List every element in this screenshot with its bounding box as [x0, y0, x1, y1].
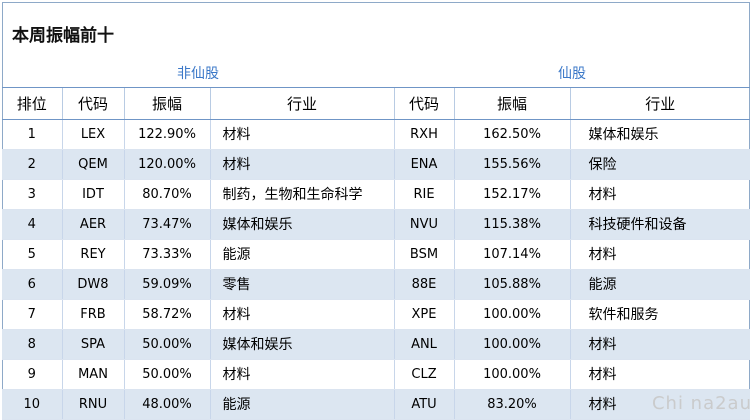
code-cell-a: AER	[62, 209, 124, 239]
code-cell-a: RNU	[62, 389, 124, 419]
group-label-penny: 仙股	[394, 59, 750, 87]
code-cell-b: 88E	[394, 269, 454, 299]
code-cell-b: BSM	[394, 239, 454, 269]
industry-cell-b: 能源	[570, 269, 750, 299]
code-cell-b: ANL	[394, 329, 454, 359]
amplitude-cell-b: 115.38%	[454, 209, 570, 239]
industry-cell-a: 材料	[210, 149, 394, 179]
amplitude-cell-a: 50.00%	[124, 329, 210, 359]
amplitude-cell-b: 100.00%	[454, 299, 570, 329]
industry-cell-b: 科技硬件和设备	[570, 209, 750, 239]
industry-cell-a: 制药，生物和生命科学	[210, 179, 394, 209]
amplitude-cell-b: 100.00%	[454, 359, 570, 389]
table-row: 3IDT80.70%制药，生物和生命科学RIE152.17%材料	[2, 179, 750, 209]
rank-cell: 2	[2, 149, 62, 179]
rank-cell: 5	[2, 239, 62, 269]
header-code-b: 代码	[394, 87, 454, 119]
header-industry-a: 行业	[210, 87, 394, 119]
code-cell-b: RXH	[394, 119, 454, 149]
amplitude-cell-b: 162.50%	[454, 119, 570, 149]
industry-cell-a: 材料	[210, 299, 394, 329]
rank-cell: 10	[2, 389, 62, 419]
table-row: 7FRB58.72%材料XPE100.00%软件和服务	[2, 299, 750, 329]
amplitude-cell-a: 59.09%	[124, 269, 210, 299]
table-row: 5REY73.33%能源BSM107.14%材料	[2, 239, 750, 269]
amplitude-cell-b: 105.88%	[454, 269, 570, 299]
amplitude-cell-a: 73.47%	[124, 209, 210, 239]
header-industry-b: 行业	[570, 87, 750, 119]
header-amplitude-b: 振幅	[454, 87, 570, 119]
code-cell-b: XPE	[394, 299, 454, 329]
amplitude-table: 非仙股 仙股 排位 代码 振幅 行业 代码 振幅 行业 1LEX122.90%材…	[2, 59, 750, 420]
code-cell-a: FRB	[62, 299, 124, 329]
rank-cell: 8	[2, 329, 62, 359]
page-title: 本周振幅前十	[3, 3, 749, 59]
table-row: 1LEX122.90%材料RXH162.50%媒体和娱乐	[2, 119, 750, 149]
rank-cell: 3	[2, 179, 62, 209]
industry-cell-b: 材料	[570, 179, 750, 209]
code-cell-a: LEX	[62, 119, 124, 149]
industry-cell-a: 媒体和娱乐	[210, 209, 394, 239]
code-cell-a: QEM	[62, 149, 124, 179]
table-row: 4AER73.47%媒体和娱乐NVU115.38%科技硬件和设备	[2, 209, 750, 239]
amplitude-cell-a: 122.90%	[124, 119, 210, 149]
industry-cell-b: 材料	[570, 329, 750, 359]
group-header-row: 非仙股 仙股	[2, 59, 750, 87]
code-cell-b: CLZ	[394, 359, 454, 389]
rank-cell: 1	[2, 119, 62, 149]
table-panel: 本周振幅前十 非仙股 仙股 排位 代码 振幅 行业 代码 振幅 行业 1LEX1…	[2, 2, 750, 414]
table-row: 2QEM120.00%材料ENA155.56%保险	[2, 149, 750, 179]
code-cell-a: IDT	[62, 179, 124, 209]
table-row: 6DW859.09%零售88E105.88%能源	[2, 269, 750, 299]
amplitude-cell-a: 120.00%	[124, 149, 210, 179]
rank-cell: 9	[2, 359, 62, 389]
amplitude-cell-b: 107.14%	[454, 239, 570, 269]
amplitude-cell-a: 48.00%	[124, 389, 210, 419]
industry-cell-b: 材料	[570, 239, 750, 269]
header-code-a: 代码	[62, 87, 124, 119]
table-row: 10RNU48.00%能源ATU83.20%材料	[2, 389, 750, 419]
watermark: Chi na2au	[652, 393, 752, 414]
industry-cell-a: 材料	[210, 119, 394, 149]
amplitude-cell-b: 155.56%	[454, 149, 570, 179]
amplitude-cell-a: 73.33%	[124, 239, 210, 269]
code-cell-b: ATU	[394, 389, 454, 419]
industry-cell-a: 能源	[210, 239, 394, 269]
industry-cell-a: 能源	[210, 389, 394, 419]
code-cell-b: RIE	[394, 179, 454, 209]
header-rank: 排位	[2, 87, 62, 119]
rank-cell: 4	[2, 209, 62, 239]
industry-cell-b: 媒体和娱乐	[570, 119, 750, 149]
industry-cell-b: 保险	[570, 149, 750, 179]
industry-cell-a: 零售	[210, 269, 394, 299]
amplitude-cell-a: 50.00%	[124, 359, 210, 389]
table-row: 9MAN50.00%材料CLZ100.00%材料	[2, 359, 750, 389]
amplitude-cell-a: 58.72%	[124, 299, 210, 329]
code-cell-b: NVU	[394, 209, 454, 239]
code-cell-a: SPA	[62, 329, 124, 359]
amplitude-cell-b: 100.00%	[454, 329, 570, 359]
industry-cell-a: 材料	[210, 359, 394, 389]
code-cell-a: REY	[62, 239, 124, 269]
group-label-non-penny: 非仙股	[2, 59, 394, 87]
rank-cell: 6	[2, 269, 62, 299]
industry-cell-b: 软件和服务	[570, 299, 750, 329]
table-row: 8SPA50.00%媒体和娱乐ANL100.00%材料	[2, 329, 750, 359]
header-amplitude-a: 振幅	[124, 87, 210, 119]
code-cell-b: ENA	[394, 149, 454, 179]
amplitude-cell-a: 80.70%	[124, 179, 210, 209]
industry-cell-a: 媒体和娱乐	[210, 329, 394, 359]
amplitude-cell-b: 152.17%	[454, 179, 570, 209]
code-cell-a: MAN	[62, 359, 124, 389]
column-header-row: 排位 代码 振幅 行业 代码 振幅 行业	[2, 87, 750, 119]
code-cell-a: DW8	[62, 269, 124, 299]
industry-cell-b: 材料	[570, 359, 750, 389]
rank-cell: 7	[2, 299, 62, 329]
amplitude-cell-b: 83.20%	[454, 389, 570, 419]
